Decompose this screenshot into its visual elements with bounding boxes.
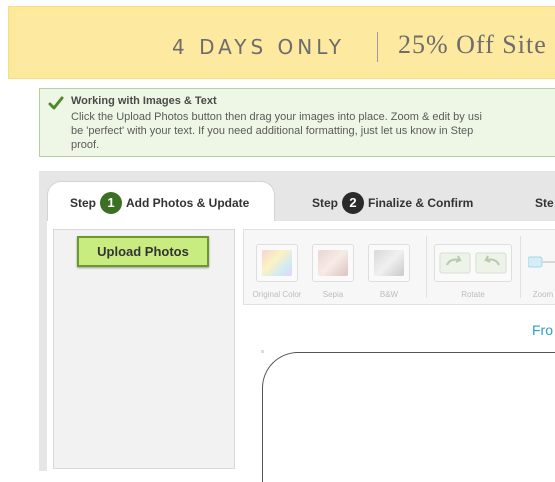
zoom-slider[interactable] [527, 254, 555, 270]
tab-step-2-prefix: Step [312, 196, 339, 210]
original-color-swatch-icon [262, 250, 292, 276]
sepia-button[interactable] [312, 244, 354, 282]
checkmark-icon [48, 96, 64, 110]
tab-step-1[interactable]: Step 1 Add Photos & Update [47, 181, 275, 223]
info-title: Working with Images & Text [71, 95, 217, 107]
tab-step-3[interactable]: Ste [535, 183, 554, 223]
tab-step-2-label: Finalize & Confirm [368, 196, 474, 210]
rotate-button-group[interactable] [434, 244, 512, 282]
original-color-button[interactable] [256, 244, 298, 282]
promo-banner[interactable]: 4 DAYS ONLY 25% Off Site [8, 6, 555, 79]
bw-swatch-icon [374, 250, 404, 276]
canvas-corner-marker [261, 350, 264, 353]
tab-step-1-label: Add Photos & Update [126, 195, 250, 210]
info-message-box: Working with Images & Text Click the Upl… [39, 88, 555, 157]
promo-discount-text: 25% Off Site [398, 30, 547, 59]
tab-step-1-prefix: Step [70, 195, 97, 210]
rotate-label: Rotate [461, 290, 485, 299]
toolbar-divider [520, 236, 521, 298]
promo-days-text: 4 DAYS ONLY [172, 35, 345, 59]
bw-label: B&W [379, 290, 399, 299]
upload-photos-button[interactable]: Upload Photos [77, 236, 209, 267]
zoom-slider-icon [527, 256, 555, 268]
step-1-number-badge: 1 [100, 191, 123, 214]
sepia-label: Sepia [322, 290, 344, 299]
card-design-canvas[interactable] [262, 352, 555, 482]
promo-divider [377, 32, 378, 62]
image-edit-toolbar: Original Color Sepia B&W Rotate Zoom [243, 229, 555, 305]
front-view-link[interactable]: Fro [532, 322, 553, 338]
info-body: Click the Upload Photos button then drag… [71, 111, 482, 151]
bw-button[interactable] [368, 244, 410, 282]
toolbar-divider [426, 236, 427, 298]
promo-banner-inner: 4 DAYS ONLY 25% Off Site [15, 13, 555, 72]
tab-step-2[interactable]: Step 2 Finalize & Confirm [312, 183, 473, 223]
zoom-label: Zoom [532, 290, 554, 299]
step-2-number-badge: 2 [342, 192, 365, 214]
rotate-icon [439, 252, 507, 274]
original-color-label: Original Color [252, 290, 302, 299]
sepia-swatch-icon [318, 250, 348, 276]
tab-step-3-prefix: Ste [535, 196, 554, 210]
